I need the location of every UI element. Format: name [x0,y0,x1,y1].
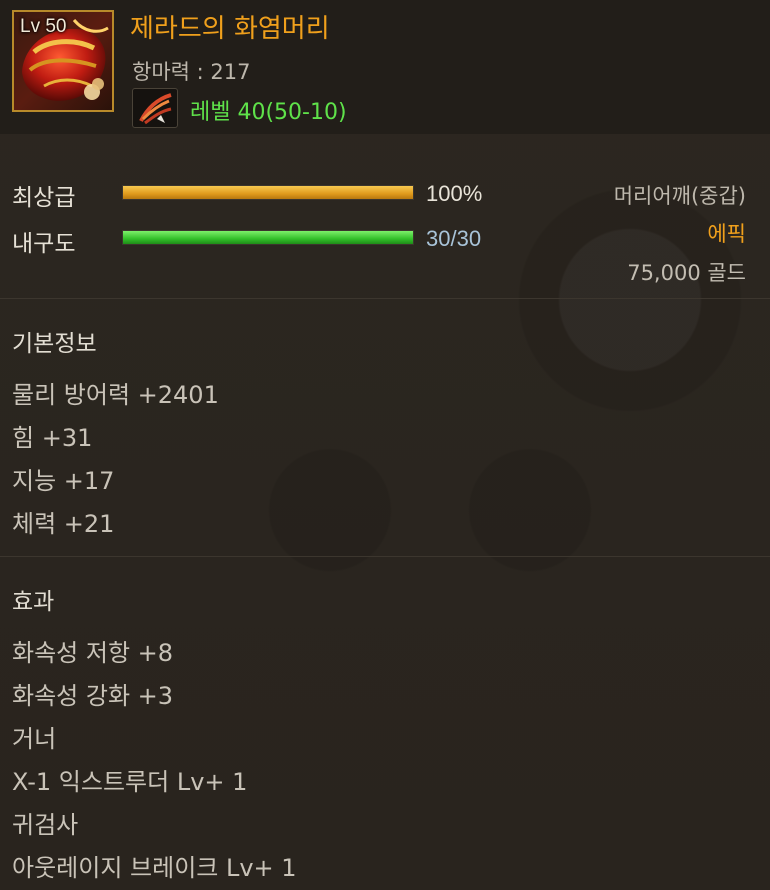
stat-line: 물리 방어력 +2401 [12,381,219,409]
level-requirement: 레벨 40(50-10) [190,100,347,125]
effect-line: 화속성 저항 +8 [12,639,174,667]
stat-line: 체력 +21 [12,510,115,538]
stat-line: 힘 +31 [12,424,93,452]
grade-value: 100% [426,181,483,206]
effect-line: 아웃레이지 브레이크 Lv+ 1 [12,854,297,882]
grade-label: 최상급 [12,185,76,211]
wing-feather-icon [132,88,178,128]
basic-info-title: 기본정보 [12,331,97,357]
divider [0,556,770,557]
item-name: 제라드의 화염머리 [130,14,330,44]
item-tooltip: Lv 50 제라드의 화염머리 항마력 : 217 레벨 40(50-10) 최… [0,0,770,890]
grade-bar [122,185,414,200]
durability-value: 30/30 [426,226,482,251]
durability-label: 내구도 [12,231,76,257]
effect-line: 화속성 강화 +3 [12,682,174,710]
rarity-label: 에픽 [707,222,746,246]
item-level-badge: Lv 50 [20,16,67,37]
tooltip-header: Lv 50 제라드의 화염머리 항마력 : 217 레벨 40(50-10) [0,0,770,134]
effect-line: 귀검사 [12,811,79,839]
effect-line: X-1 익스트루더 Lv+ 1 [12,768,248,796]
price-label: 75,000 골드 [627,261,746,285]
effects-title: 효과 [12,589,55,615]
divider [0,298,770,299]
durability-bar [122,230,414,245]
item-resistance: 항마력 : 217 [132,60,251,84]
grade-bar-fill [123,186,413,199]
fire-helmet-icon: Lv 50 [12,10,114,112]
equipment-slot: 머리어깨(중갑) [613,184,746,208]
durability-bar-fill [123,231,413,244]
effect-line: 거너 [12,725,57,753]
stat-line: 지능 +17 [12,467,115,495]
